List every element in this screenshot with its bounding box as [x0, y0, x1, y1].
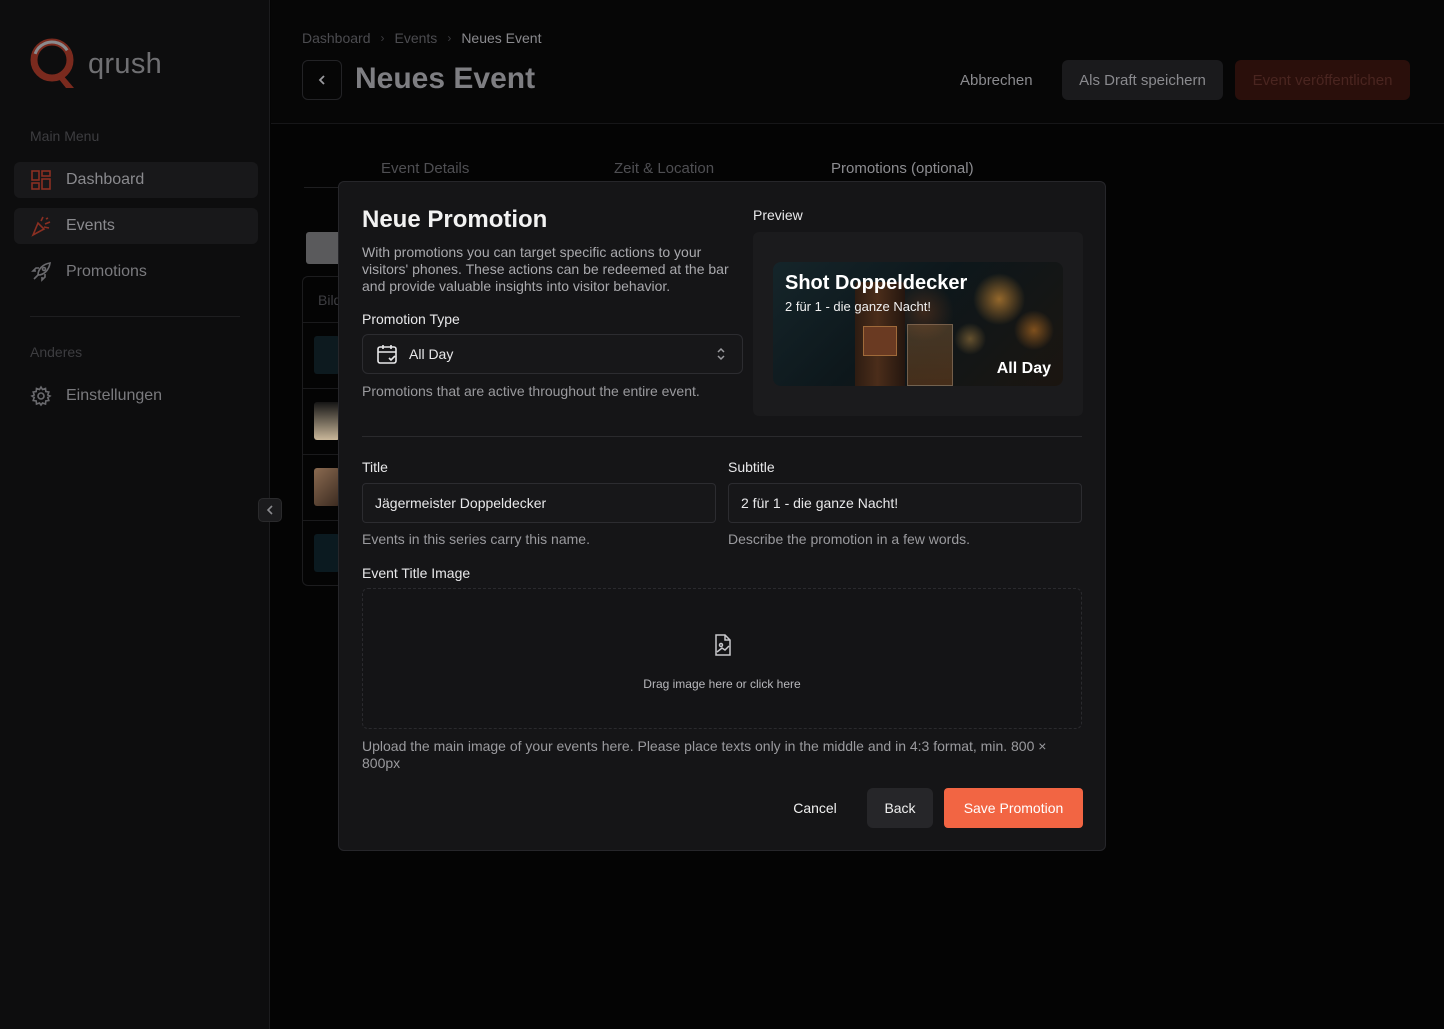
table-row-thumbnail: [314, 402, 340, 440]
sidebar-item-events[interactable]: Events: [14, 208, 258, 244]
table-row-thumbnail: [314, 468, 340, 506]
title-hint: Events in this series carry this name.: [362, 531, 590, 547]
gear-icon: [30, 385, 52, 407]
sidebar: qrush Main Menu Dashboard Events Promoti…: [0, 0, 270, 1029]
table-row-divider: [303, 388, 341, 389]
sidebar-item-label: Events: [66, 217, 115, 234]
preview-badge: All Day: [996, 360, 1051, 377]
breadcrumb-current: Neues Event: [461, 30, 542, 46]
calendar-check-icon: [377, 345, 397, 364]
preview-title: Shot Doppeldecker: [785, 272, 968, 294]
sidebar-item-settings[interactable]: Einstellungen: [14, 378, 258, 414]
image-dropzone[interactable]: Drag image here or click here: [362, 588, 1082, 729]
qrush-logo-icon: [30, 38, 74, 88]
promotion-type-hint: Promotions that are active throughout th…: [362, 383, 700, 399]
breadcrumb-dashboard[interactable]: Dashboard: [302, 30, 371, 46]
title-input[interactable]: Jägermeister Doppeldecker: [362, 483, 716, 523]
bottle-image: [855, 282, 905, 386]
party-popper-icon: [30, 215, 52, 237]
page-header: Dashboard › Events › Neues Event Neues E…: [271, 0, 1444, 124]
chevron-left-icon: [266, 505, 273, 515]
subtitle-hint: Describe the promotion in a few words.: [728, 531, 970, 547]
promotion-type-label: Promotion Type: [362, 311, 460, 327]
sidebar-divider: [30, 316, 240, 317]
back-button[interactable]: Back: [867, 788, 933, 828]
glass-image: [907, 324, 953, 386]
sidebar-item-dashboard[interactable]: Dashboard: [14, 162, 258, 198]
chevron-up-down-icon: [717, 347, 725, 361]
save-draft-button[interactable]: Als Draft speichern: [1062, 60, 1223, 100]
sidebar-item-label: Promotions: [66, 263, 147, 280]
sidebar-collapse-button[interactable]: [258, 498, 282, 522]
modal-description: With promotions you can target specific …: [362, 244, 729, 294]
page-title: Neues Event: [355, 62, 536, 95]
subtitle-label: Subtitle: [728, 459, 775, 475]
save-promotion-button[interactable]: Save Promotion: [944, 788, 1083, 828]
header-back-button[interactable]: [302, 60, 342, 100]
dropzone-text: Drag image here or click here: [643, 677, 801, 691]
logo[interactable]: qrush: [28, 36, 162, 92]
promotion-preview-card: Shot Doppeldecker 2 für 1 - die ganze Na…: [773, 262, 1063, 386]
other-section-label: Anderes: [30, 344, 83, 360]
breadcrumb: Dashboard › Events › Neues Event: [302, 30, 541, 46]
logo-text: qrush: [88, 47, 163, 80]
table-row-thumbnail: [314, 336, 340, 374]
preview-subtitle: 2 für 1 - die ganze Nacht!: [785, 299, 931, 314]
image-file-icon: [715, 634, 731, 656]
step-event-details[interactable]: Event Details: [381, 160, 469, 177]
new-promotion-modal: Neue Promotion With promotions you can t…: [338, 181, 1106, 851]
modal-divider: [362, 436, 1082, 437]
rocket-icon: [30, 261, 52, 283]
table-row-thumbnail: [314, 534, 340, 572]
chevron-right-icon: ›: [447, 31, 452, 45]
preview-label: Preview: [753, 207, 803, 223]
step-promotions[interactable]: Promotions (optional): [831, 160, 974, 177]
chevron-right-icon: ›: [380, 31, 385, 45]
promotion-type-value: All Day: [409, 346, 454, 362]
breadcrumb-events[interactable]: Events: [395, 30, 438, 46]
main-menu-label: Main Menu: [30, 128, 100, 144]
chevron-left-icon: [318, 75, 325, 85]
sidebar-item-promotions[interactable]: Promotions: [14, 254, 258, 290]
dashboard-grid-icon: [30, 169, 52, 191]
subtitle-input[interactable]: 2 für 1 - die ganze Nacht!: [728, 483, 1082, 523]
title-label: Title: [362, 459, 388, 475]
background-button[interactable]: [306, 232, 340, 264]
sidebar-item-label: Einstellungen: [66, 387, 163, 404]
step-time-location[interactable]: Zeit & Location: [614, 160, 714, 177]
table-row-divider: [303, 520, 341, 521]
cancel-button[interactable]: Cancel: [772, 788, 858, 828]
table-row-divider: [303, 454, 341, 455]
preview-panel: Shot Doppeldecker 2 für 1 - die ganze Na…: [753, 232, 1083, 416]
table-row-divider: [303, 322, 341, 323]
promotion-type-select[interactable]: All Day: [362, 334, 743, 374]
modal-title: Neue Promotion: [362, 206, 548, 233]
publish-event-button[interactable]: Event veröffentlichen: [1235, 60, 1410, 100]
header-cancel-button[interactable]: Abbrechen: [960, 72, 1033, 89]
image-hint: Upload the main image of your events her…: [362, 738, 1047, 771]
event-image-label: Event Title Image: [362, 565, 471, 581]
sidebar-item-label: Dashboard: [66, 171, 145, 188]
